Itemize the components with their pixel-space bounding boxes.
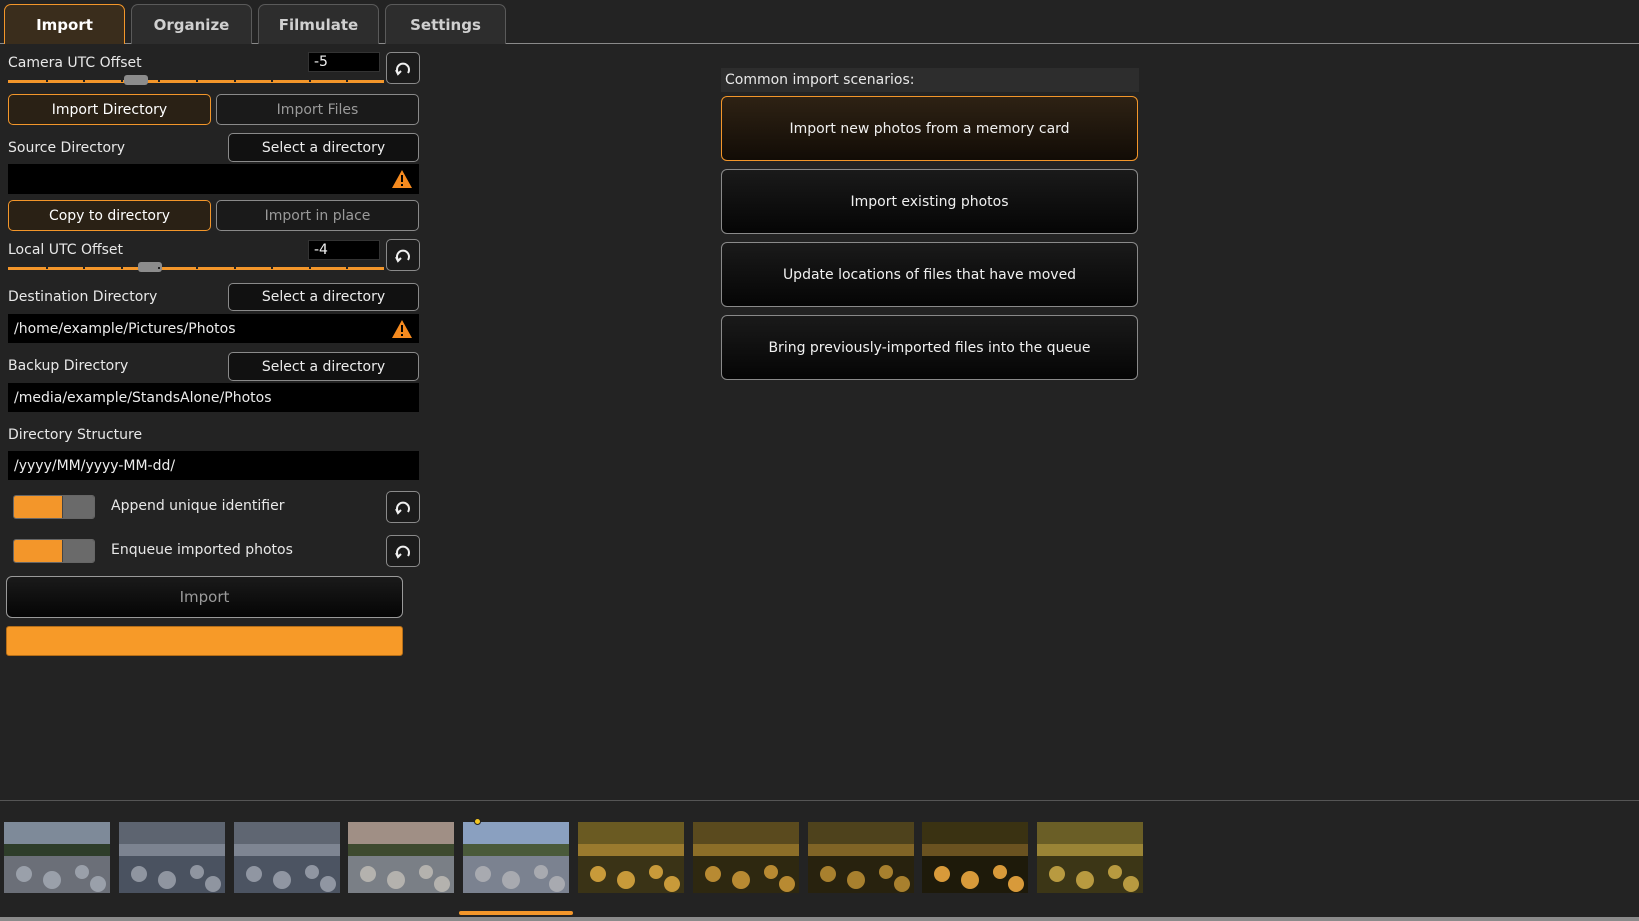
filmstrip-thumbnail[interactable]	[234, 822, 340, 893]
directory-structure-field[interactable]: /yyyy/MM/yyyy-MM-dd/	[8, 451, 419, 480]
filmstrip-thumbnail[interactable]	[1037, 822, 1143, 893]
tab-settings[interactable]: Settings	[385, 4, 506, 44]
reset-icon	[395, 249, 410, 263]
copy-to-directory-button[interactable]: Copy to directory	[8, 200, 211, 231]
photo-thumbnail-image	[922, 822, 1028, 893]
reset-icon	[395, 545, 410, 559]
scenarios-heading: Common import scenarios:	[721, 68, 1139, 92]
filmstrip-thumbnail[interactable]	[922, 822, 1028, 893]
enqueue-reset-button[interactable]	[386, 535, 420, 567]
slider-tick	[120, 267, 123, 269]
append-unique-toggle[interactable]	[13, 495, 95, 519]
reset-icon	[395, 501, 410, 515]
thumbnail-flag-dot	[474, 818, 481, 825]
import-button[interactable]: Import	[6, 576, 403, 618]
local-utc-slider[interactable]	[8, 262, 384, 272]
backup-path-text: /media/example/StandsAlone/Photos	[14, 389, 272, 406]
enqueue-label: Enqueue imported photos	[111, 542, 293, 558]
directory-structure-label: Directory Structure	[8, 427, 143, 443]
tab-filmulate[interactable]: Filmulate	[258, 4, 379, 44]
camera-utc-field[interactable]: -5	[308, 52, 380, 72]
filmstrip-thumbnail[interactable]	[578, 822, 684, 893]
slider-tick	[196, 267, 198, 269]
import-directory-button[interactable]: Import Directory	[8, 94, 211, 125]
source-directory-label: Source Directory	[8, 140, 126, 156]
photo-thumbnail-image	[578, 822, 684, 893]
slider-tick	[271, 80, 274, 82]
photo-thumbnail-image	[808, 822, 914, 893]
slider-tick	[45, 267, 48, 269]
slider-tick	[83, 267, 86, 269]
slider-tick	[158, 80, 161, 82]
slider-tick	[233, 267, 236, 269]
toggle-off-segment	[62, 540, 94, 562]
filmstrip-thumbnail[interactable]	[119, 822, 225, 893]
filmstrip-thumbnail[interactable]	[348, 822, 454, 893]
slider-tick	[45, 80, 48, 82]
photo-thumbnail-image	[693, 822, 799, 893]
scenario-enqueue-previous-button[interactable]: Bring previously-imported files into the…	[721, 315, 1138, 380]
local-utc-field[interactable]: -4	[308, 240, 380, 260]
tab-organize[interactable]: Organize	[131, 4, 252, 44]
slider-tick	[308, 267, 311, 269]
scenario-update-locations-button[interactable]: Update locations of files that have move…	[721, 242, 1138, 307]
destination-path-text: /home/example/Pictures/Photos	[14, 320, 236, 337]
camera-utc-reset-button[interactable]	[386, 52, 420, 84]
slider-tick	[196, 80, 198, 82]
photo-thumbnail-image	[119, 822, 225, 893]
backup-select-button[interactable]: Select a directory	[228, 352, 419, 381]
camera-utc-slider[interactable]	[8, 75, 384, 85]
photo-thumbnail-image	[463, 822, 569, 893]
warning-icon	[392, 320, 412, 338]
warning-icon	[392, 170, 412, 188]
filmstrip	[0, 800, 1639, 921]
filmstrip-thumbnail[interactable]	[463, 822, 569, 893]
toggle-on-segment	[14, 540, 62, 562]
backup-path-field[interactable]: /media/example/StandsAlone/Photos	[8, 383, 419, 412]
filmstrip-scrollbar[interactable]	[0, 917, 1639, 921]
destination-directory-label: Destination Directory	[8, 289, 158, 305]
local-utc-reset-button[interactable]	[386, 239, 420, 271]
slider-tick	[346, 80, 349, 82]
import-files-button[interactable]: Import Files	[216, 94, 419, 125]
slider-tick	[271, 267, 274, 269]
slider-tick	[158, 267, 161, 269]
toggle-on-segment	[14, 496, 62, 518]
source-path-field[interactable]	[8, 164, 419, 194]
local-utc-label: Local UTC Offset	[8, 242, 124, 258]
photo-thumbnail-image	[348, 822, 454, 893]
scenario-existing-photos-button[interactable]: Import existing photos	[721, 169, 1138, 234]
scenario-memory-card-button[interactable]: Import new photos from a memory card	[721, 96, 1138, 161]
filmstrip-thumbnail[interactable]	[808, 822, 914, 893]
tab-bar: Import Organize Filmulate Settings	[0, 0, 1639, 44]
backup-directory-label: Backup Directory	[8, 358, 129, 374]
source-select-button[interactable]: Select a directory	[228, 133, 419, 162]
reset-icon	[395, 62, 410, 76]
slider-tick	[83, 80, 86, 82]
append-unique-label: Append unique identifier	[111, 498, 285, 514]
slider-tick	[308, 80, 311, 82]
slider-tick	[346, 267, 349, 269]
slider-tick	[233, 80, 236, 82]
selected-thumbnail-indicator	[459, 911, 573, 915]
photo-thumbnail-image	[4, 822, 110, 893]
camera-utc-label: Camera UTC Offset	[8, 55, 142, 71]
tab-import[interactable]: Import	[4, 4, 125, 44]
destination-select-button[interactable]: Select a directory	[228, 283, 419, 311]
photo-thumbnail-image	[234, 822, 340, 893]
filmstrip-thumbnail[interactable]	[693, 822, 799, 893]
import-in-place-button[interactable]: Import in place	[216, 200, 419, 231]
slider-tick	[120, 80, 123, 82]
app-window: Import Organize Filmulate Settings Camer…	[0, 0, 1639, 921]
filmstrip-thumbnail[interactable]	[4, 822, 110, 893]
enqueue-toggle[interactable]	[13, 539, 95, 563]
toggle-off-segment	[62, 496, 94, 518]
import-progress-bar	[6, 626, 403, 656]
slider-thumb[interactable]	[124, 75, 149, 85]
directory-structure-text: /yyyy/MM/yyyy-MM-dd/	[14, 457, 176, 474]
photo-thumbnail-image	[1037, 822, 1143, 893]
destination-path-field[interactable]: /home/example/Pictures/Photos	[8, 314, 419, 343]
import-settings-panel: Camera UTC Offset -5 Import Directory Im…	[4, 46, 423, 658]
append-unique-reset-button[interactable]	[386, 491, 420, 523]
